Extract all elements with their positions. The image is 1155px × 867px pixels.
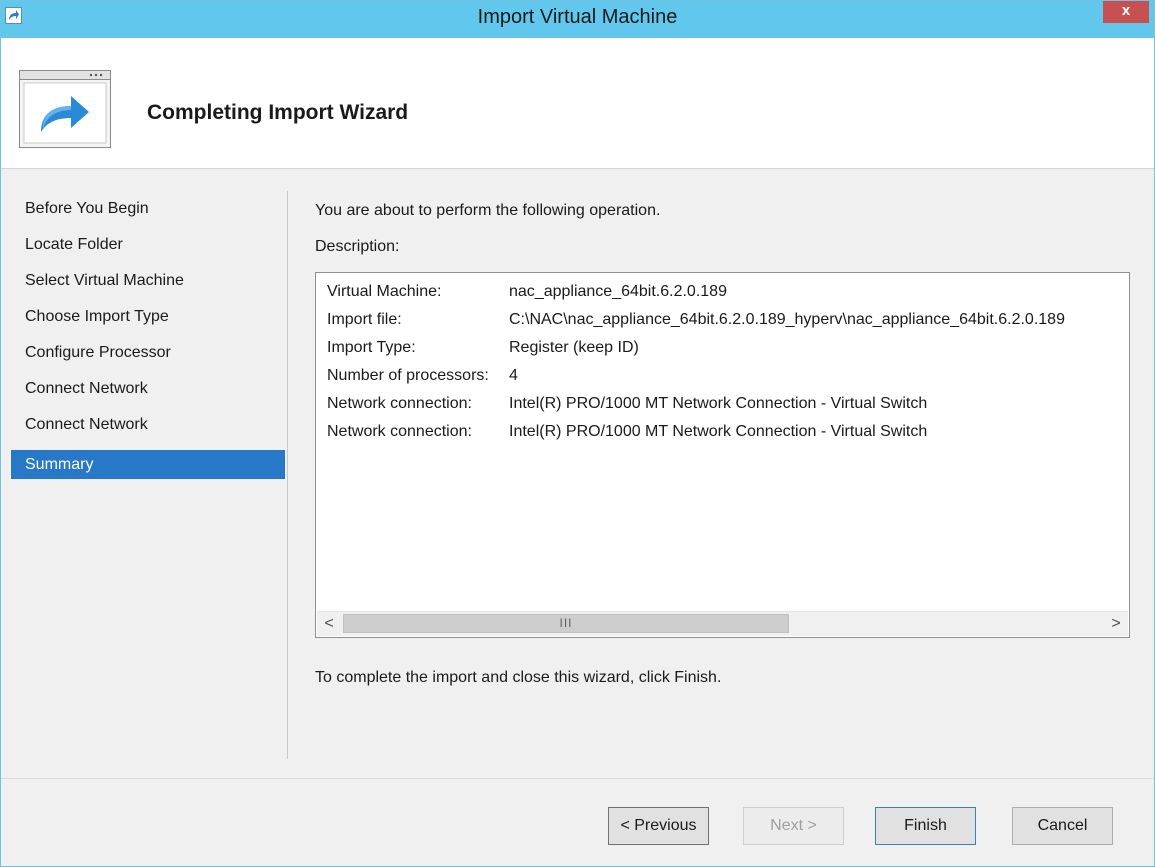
summary-row: Network connection: Intel(R) PRO/1000 MT… xyxy=(327,423,1129,451)
nav-item-locate-folder[interactable]: Locate Folder xyxy=(11,230,285,266)
horizontal-scrollbar[interactable]: < III > xyxy=(317,611,1128,636)
summary-key: Network connection: xyxy=(327,423,472,440)
wizard-header: Completing Import Wizard xyxy=(1,38,1154,169)
grip-icon: III xyxy=(559,616,573,630)
nav-item-select-virtual-machine[interactable]: Select Virtual Machine xyxy=(11,266,285,302)
bottom-divider xyxy=(1,778,1154,779)
page-title: Completing Import Wizard xyxy=(147,101,409,124)
summary-value: Intel(R) PRO/1000 MT Network Connection … xyxy=(509,423,928,440)
intro-text: You are about to perform the following o… xyxy=(315,202,661,219)
nav-item-before-you-begin[interactable]: Before You Begin xyxy=(11,194,285,230)
summary-value: 4 xyxy=(509,367,518,384)
title-bar[interactable]: Import Virtual Machine x xyxy=(1,1,1154,38)
summary-value: Intel(R) PRO/1000 MT Network Connection … xyxy=(509,395,928,412)
nav-item-configure-processor[interactable]: Configure Processor xyxy=(11,338,285,374)
summary-value: Register (keep ID) xyxy=(509,339,639,356)
summary-row: Virtual Machine: nac_appliance_64bit.6.2… xyxy=(327,283,1129,311)
description-label: Description: xyxy=(315,238,400,255)
close-icon: x xyxy=(1121,2,1131,19)
scroll-right-button[interactable]: > xyxy=(1104,612,1128,636)
nav-item-connect-network-2[interactable]: Connect Network xyxy=(11,410,285,446)
finish-instruction: To complete the import and close this wi… xyxy=(315,669,722,686)
summary-key: Virtual Machine: xyxy=(327,283,442,300)
summary-value: C:\NAC\nac_appliance_64bit.6.2.0.189_hyp… xyxy=(509,311,1065,328)
summary-row: Import file: C:\NAC\nac_appliance_64bit.… xyxy=(327,311,1129,339)
chevron-right-icon: > xyxy=(1111,615,1121,632)
nav-item-connect-network-1[interactable]: Connect Network xyxy=(11,374,285,410)
summary-key: Number of processors: xyxy=(327,367,489,384)
import-wizard-icon xyxy=(19,70,111,148)
finish-button[interactable]: Finish xyxy=(875,807,976,845)
summary-row: Number of processors: 4 xyxy=(327,367,1129,395)
nav-item-summary[interactable]: Summary xyxy=(11,450,285,479)
nav-item-choose-import-type[interactable]: Choose Import Type xyxy=(11,302,285,338)
summary-key: Import file: xyxy=(327,311,402,328)
close-button[interactable]: x xyxy=(1103,1,1149,23)
window-title: Import Virtual Machine xyxy=(477,6,678,28)
summary-key: Network connection: xyxy=(327,395,472,412)
summary-row: Import Type: Register (keep ID) xyxy=(327,339,1129,367)
previous-button[interactable]: < Previous xyxy=(608,807,709,845)
next-button[interactable]: Next > xyxy=(743,807,844,845)
summary-listbox[interactable]: Virtual Machine: nac_appliance_64bit.6.2… xyxy=(315,272,1130,638)
scrollbar-thumb[interactable]: III xyxy=(343,614,789,633)
cancel-button[interactable]: Cancel xyxy=(1012,807,1113,845)
summary-rows: Virtual Machine: nac_appliance_64bit.6.2… xyxy=(327,283,1129,451)
summary-value: nac_appliance_64bit.6.2.0.189 xyxy=(509,283,727,300)
wizard-steps: Before You Begin Locate Folder Select Vi… xyxy=(11,194,285,479)
summary-key: Import Type: xyxy=(327,339,416,356)
scroll-left-button[interactable]: < xyxy=(317,612,341,636)
import-vm-window: Import Virtual Machine x Completing Impo… xyxy=(0,0,1155,867)
summary-row: Network connection: Intel(R) PRO/1000 MT… xyxy=(327,395,1129,423)
chevron-left-icon: < xyxy=(324,615,334,632)
nav-divider xyxy=(287,191,288,759)
